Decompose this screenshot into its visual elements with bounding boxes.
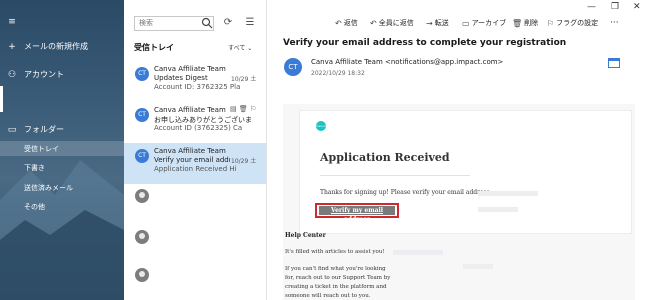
flag-icon: ⚐: [547, 18, 555, 28]
close-window-button[interactable]: ✕: [633, 2, 641, 12]
archive-button[interactable]: ▭ アーカイブ: [462, 18, 506, 28]
forward-label: 転送: [434, 19, 449, 27]
avatar: CT: [135, 108, 149, 122]
verify-email-button[interactable]: Verify my email address: [319, 206, 395, 223]
forward-button[interactable]: → 転送: [426, 18, 449, 28]
help-text: It's filled with articles to assist you!: [285, 249, 385, 255]
open-in-new-window-icon[interactable]: [608, 58, 620, 68]
message-preview: Account ID (3762325) Ca: [154, 124, 243, 132]
message-sender: Canva Affiliate Team: [154, 106, 226, 114]
navigation-pane: ≡ + メールの新規作成 ⚇ アカウント ▭ フォルダー 受信トレイ 下書き 送…: [0, 0, 124, 300]
select-mode-icon[interactable]: ☰: [244, 17, 256, 29]
account-button[interactable]: ⚇ アカウント: [0, 69, 124, 80]
message-date: 10/29 土: [231, 158, 257, 165]
archive-icon: ▭: [462, 18, 470, 28]
account-label: アカウント: [24, 70, 64, 79]
message-action-icons[interactable]: ▤ 🗑 ⚐: [230, 105, 256, 113]
faint-decoration: [463, 264, 493, 269]
message-list-pane: 検索 ⟳ ☰ 受信トレイ すべて ⌄ CT Canva Affiliate Te…: [124, 0, 267, 300]
help-text: someone will reach out to you.: [285, 293, 371, 299]
folder-item-label: 受信トレイ: [24, 145, 59, 153]
sender-avatar: CT: [284, 58, 302, 76]
avatar-placeholder: [135, 189, 149, 203]
email-subject: Verify your email address to complete yo…: [283, 38, 567, 48]
email-card: Canva Application Received Thanks for si…: [299, 110, 632, 234]
message-sender: Canva Affiliate Team: [154, 147, 226, 155]
reading-pane: — ❐ ✕ ↶ 返信 ↶ 全員に返信 → 転送 ▭ アーカイブ 🗑 削除 ⚐ フラグの設定 …: [267, 0, 650, 300]
search-icon[interactable]: [201, 17, 213, 29]
avatar: CT: [135, 149, 149, 163]
folder-item-inbox[interactable]: 受信トレイ: [24, 144, 124, 154]
message-preview: Account ID: 3762325 Pla: [154, 83, 241, 91]
message-toolbar: ↶ 返信 ↶ 全員に返信 → 転送 ▭ アーカイブ 🗑 削除 ⚐ フラグの設定 ···: [267, 18, 650, 32]
message-date: 10/29 土: [231, 76, 257, 83]
reply-all-icon: ↶: [370, 18, 377, 28]
avatar-placeholder: [135, 230, 149, 244]
new-mail-button[interactable]: + メールの新規作成: [0, 41, 124, 52]
trash-icon: 🗑: [512, 18, 523, 28]
forward-icon: →: [426, 18, 433, 28]
help-text: for, reach out to our Support Team by: [285, 275, 391, 281]
archive-label: アーカイブ: [471, 19, 507, 27]
folder-icon: ▭: [7, 124, 17, 135]
canva-logo: Canva: [316, 121, 326, 131]
message-preview: Application Received Hi: [154, 165, 237, 173]
folder-item-label: 下書き: [24, 164, 45, 172]
avatar-placeholder: [135, 268, 149, 282]
list-item[interactable]: CT Canva Affiliate Team Updates Digest 1…: [124, 61, 266, 102]
flag-icon[interactable]: ⚐: [250, 105, 256, 113]
archive-icon[interactable]: ▤: [230, 105, 237, 113]
more-actions-button[interactable]: ···: [610, 18, 619, 28]
avatar: CT: [135, 67, 149, 81]
sent-date: 2022/10/29 18:32: [311, 70, 365, 77]
folder-item-other[interactable]: その他: [24, 202, 124, 212]
list-item-placeholder[interactable]: [124, 219, 266, 260]
plus-icon: +: [8, 41, 16, 52]
minimize-button[interactable]: —: [587, 2, 596, 12]
folders-button[interactable]: ▭ フォルダー: [0, 124, 124, 135]
reply-button[interactable]: ↶ 返信: [335, 18, 358, 28]
flag-button[interactable]: ⚐ フラグの設定: [547, 18, 598, 28]
delete-button[interactable]: 🗑 削除: [512, 18, 538, 28]
list-item[interactable]: CT Canva Affiliate Team ▤ 🗑 ⚐ お申し込みありがとう…: [124, 102, 266, 143]
list-item-placeholder[interactable]: [124, 257, 266, 298]
sync-icon[interactable]: ⟳: [222, 17, 234, 29]
reply-all-button[interactable]: ↶ 全員に返信: [370, 18, 414, 28]
folder-item-label: その他: [24, 203, 45, 211]
divider: [320, 175, 470, 176]
help-text: If you can't find what you're looking: [285, 266, 386, 272]
folder-item-label: 送信済みメール: [24, 184, 73, 192]
sender-address[interactable]: Canva Affiliate Team <notifications@app.…: [311, 58, 503, 66]
thanks-text: Thanks for signing up! Please verify you…: [320, 189, 492, 196]
flag-label: フラグの設定: [556, 19, 599, 27]
hamburger-icon: ≡: [8, 17, 16, 27]
maximize-button[interactable]: ❐: [611, 2, 619, 12]
help-text: creating a ticket in the platform and: [285, 284, 387, 290]
email-heading: Application Received: [320, 151, 450, 164]
account-selection-indicator: [0, 86, 3, 112]
folder-item-sent[interactable]: 送信済みメール: [24, 183, 124, 193]
folders-label: フォルダー: [24, 125, 64, 134]
list-item-placeholder[interactable]: [124, 178, 266, 219]
delete-label: 削除: [524, 19, 539, 27]
reply-icon: ↶: [335, 18, 342, 28]
reply-label: 返信: [343, 19, 358, 27]
faint-decoration: [393, 250, 443, 255]
person-icon: ⚇: [7, 69, 17, 80]
delete-icon[interactable]: 🗑: [239, 105, 248, 113]
folder-item-drafts[interactable]: 下書き: [24, 163, 124, 173]
message-sender: Canva Affiliate Team: [154, 65, 226, 73]
help-center-title: Help Center: [285, 232, 326, 239]
new-mail-label: メールの新規作成: [24, 42, 88, 51]
message-subject: Verify your email addres: [154, 156, 230, 164]
reply-all-label: 全員に返信: [378, 19, 414, 27]
filter-dropdown[interactable]: すべて ⌄: [228, 43, 252, 52]
hamburger-menu-button[interactable]: ≡: [0, 17, 124, 27]
faint-decoration: [478, 207, 518, 212]
inbox-title: 受信トレイ: [134, 43, 174, 52]
email-body: Canva Application Received Thanks for si…: [283, 104, 635, 300]
faint-decoration: [478, 191, 538, 196]
